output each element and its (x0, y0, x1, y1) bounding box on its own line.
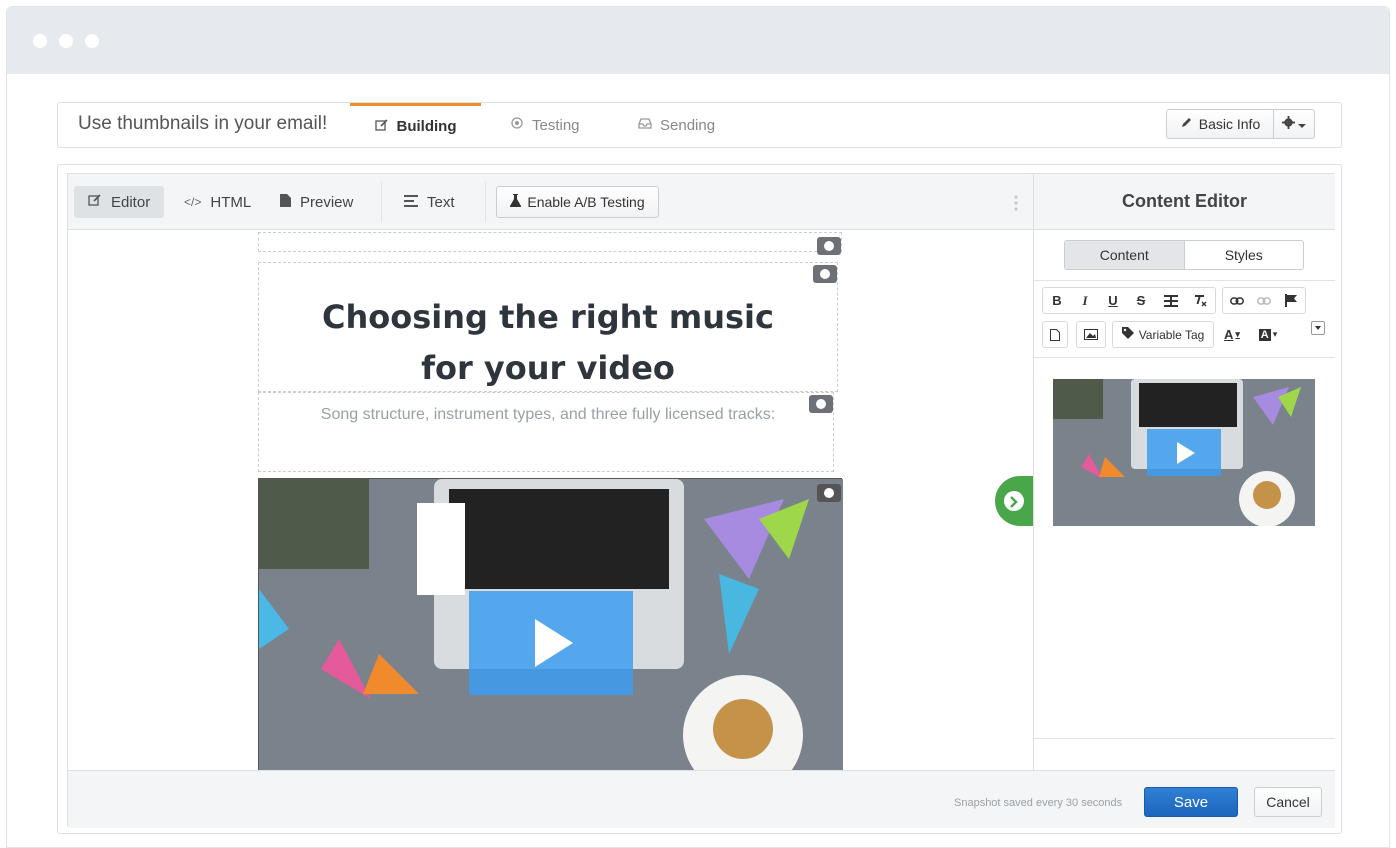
content-editor-panel: Content Editor Content Styles B I U S Va… (1033, 174, 1335, 770)
target-icon (510, 116, 524, 134)
tag-icon (1121, 326, 1134, 344)
tab-html-label: HTML (210, 193, 252, 211)
color-group: A ▾ A ▾ (1214, 321, 1292, 348)
toolbar-divider (485, 182, 486, 222)
tab-text[interactable]: Text (404, 186, 455, 218)
gear-icon (1282, 116, 1295, 132)
panel-divider (1034, 738, 1335, 739)
editor-footer: Snapshot saved every 30 seconds Save Can… (68, 770, 1335, 828)
window-dot-minimize[interactable] (59, 34, 73, 48)
window-dot-zoom[interactable] (85, 34, 99, 48)
clear-format-icon[interactable] (1186, 288, 1214, 313)
video-thumbnail-block[interactable] (258, 478, 843, 770)
background-color-label: A (1258, 328, 1271, 341)
block-settings-icon[interactable] (817, 484, 841, 502)
file-icon (1043, 322, 1067, 347)
campaign-step-bar: Use thumbnails in your email! Building T… (57, 102, 1342, 148)
tab-building[interactable]: Building (350, 103, 481, 147)
caret-down-icon (1298, 116, 1306, 132)
content-image-preview[interactable] (1053, 379, 1315, 527)
tab-editor[interactable]: Editor (74, 186, 165, 218)
background-color-button[interactable]: A ▾ (1250, 321, 1286, 348)
line-spacing-icon[interactable] (1155, 288, 1186, 313)
cancel-button[interactable]: Cancel (1254, 787, 1322, 817)
window-dot-close[interactable] (33, 34, 47, 48)
save-button[interactable]: Save (1144, 787, 1238, 817)
tab-text-label: Text (427, 193, 455, 211)
file-icon (280, 193, 291, 211)
builder-inner: Editor </> HTML Preview Text Enable A/B … (67, 173, 1335, 828)
link-group (1222, 287, 1306, 314)
text-color-label: A (1224, 327, 1234, 342)
align-left-icon (404, 194, 418, 211)
code-icon: </> (184, 195, 202, 209)
basic-info-label: Basic Info (1198, 116, 1261, 132)
toolbar-divider (381, 182, 382, 222)
tab-content[interactable]: Content (1065, 241, 1185, 269)
content-styles-toggle: Content Styles (1064, 240, 1304, 270)
tab-editor-label: Editor (111, 193, 151, 211)
content-block-spacer[interactable] (258, 232, 842, 252)
flask-icon (510, 194, 522, 210)
chevron-right-icon (1009, 495, 1019, 513)
block-settings-icon[interactable] (813, 265, 837, 283)
email-canvas: Choosing the right music for your video … (68, 230, 1033, 770)
tab-preview-label: Preview (300, 193, 354, 211)
tab-html[interactable]: </> HTML (184, 186, 251, 218)
snapshot-note: Snapshot saved every 30 seconds (954, 797, 1123, 809)
image-icon (1077, 322, 1105, 347)
video-thumbnail-image (259, 479, 843, 770)
expand-toolbar-icon[interactable] (1311, 321, 1325, 335)
text-color-button[interactable]: A ▾ (1214, 321, 1250, 348)
tab-sending-label: Sending (660, 116, 716, 134)
enable-ab-testing-button[interactable]: Enable A/B Testing (496, 186, 659, 218)
enable-ab-testing-label: Enable A/B Testing (527, 194, 645, 210)
variable-tag-button[interactable]: Variable Tag (1112, 321, 1214, 348)
headline-line-1: Choosing the right music (322, 298, 774, 336)
variable-tag-label: Variable Tag (1138, 327, 1205, 342)
bold-button[interactable]: B (1043, 288, 1071, 313)
basic-info-button[interactable]: Basic Info (1166, 109, 1274, 139)
drag-handle-icon[interactable] (1014, 195, 1018, 211)
email-subhead[interactable]: Song structure, instrument types, and th… (258, 406, 838, 424)
builder-panel: Editor </> HTML Preview Text Enable A/B … (57, 164, 1342, 834)
headline-line-2: for your video (421, 349, 675, 387)
tab-sending[interactable]: Sending (638, 103, 715, 147)
tab-testing[interactable]: Testing (510, 103, 580, 147)
content-block-subhead[interactable] (258, 392, 834, 472)
link-icon[interactable] (1223, 288, 1250, 313)
format-group: B I U S (1042, 287, 1216, 314)
editor-toolbar: Editor </> HTML Preview Text Enable A/B … (68, 174, 1033, 230)
flag-icon[interactable] (1278, 288, 1305, 313)
edit-icon (88, 193, 102, 211)
email-headline[interactable]: Choosing the right music for your video (258, 292, 838, 394)
window-titlebar (7, 7, 1389, 74)
block-settings-icon[interactable] (817, 237, 841, 255)
tab-styles[interactable]: Styles (1185, 241, 1304, 269)
settings-dropdown-button[interactable] (1273, 109, 1315, 139)
insert-image-button[interactable] (1076, 321, 1106, 348)
video-thumbnail-preview-image (1053, 379, 1315, 527)
italic-button[interactable]: I (1071, 288, 1099, 313)
tab-testing-label: Testing (532, 116, 580, 134)
underline-button[interactable]: U (1099, 288, 1127, 313)
tab-preview[interactable]: Preview (280, 186, 353, 218)
unlink-icon[interactable] (1250, 288, 1277, 313)
campaign-title[interactable]: Use thumbnails in your email! (78, 113, 327, 135)
edit-icon (374, 118, 389, 136)
strikethrough-button[interactable]: S (1127, 288, 1155, 313)
tab-building-label: Building (396, 118, 457, 135)
content-editor-title: Content Editor (1034, 174, 1335, 230)
inbox-icon (638, 116, 652, 134)
rich-text-toolbar: B I U S Variable Tag A ▾ A ▾ (1034, 280, 1335, 358)
pencil-icon (1180, 116, 1192, 132)
insert-file-button[interactable] (1042, 321, 1068, 348)
